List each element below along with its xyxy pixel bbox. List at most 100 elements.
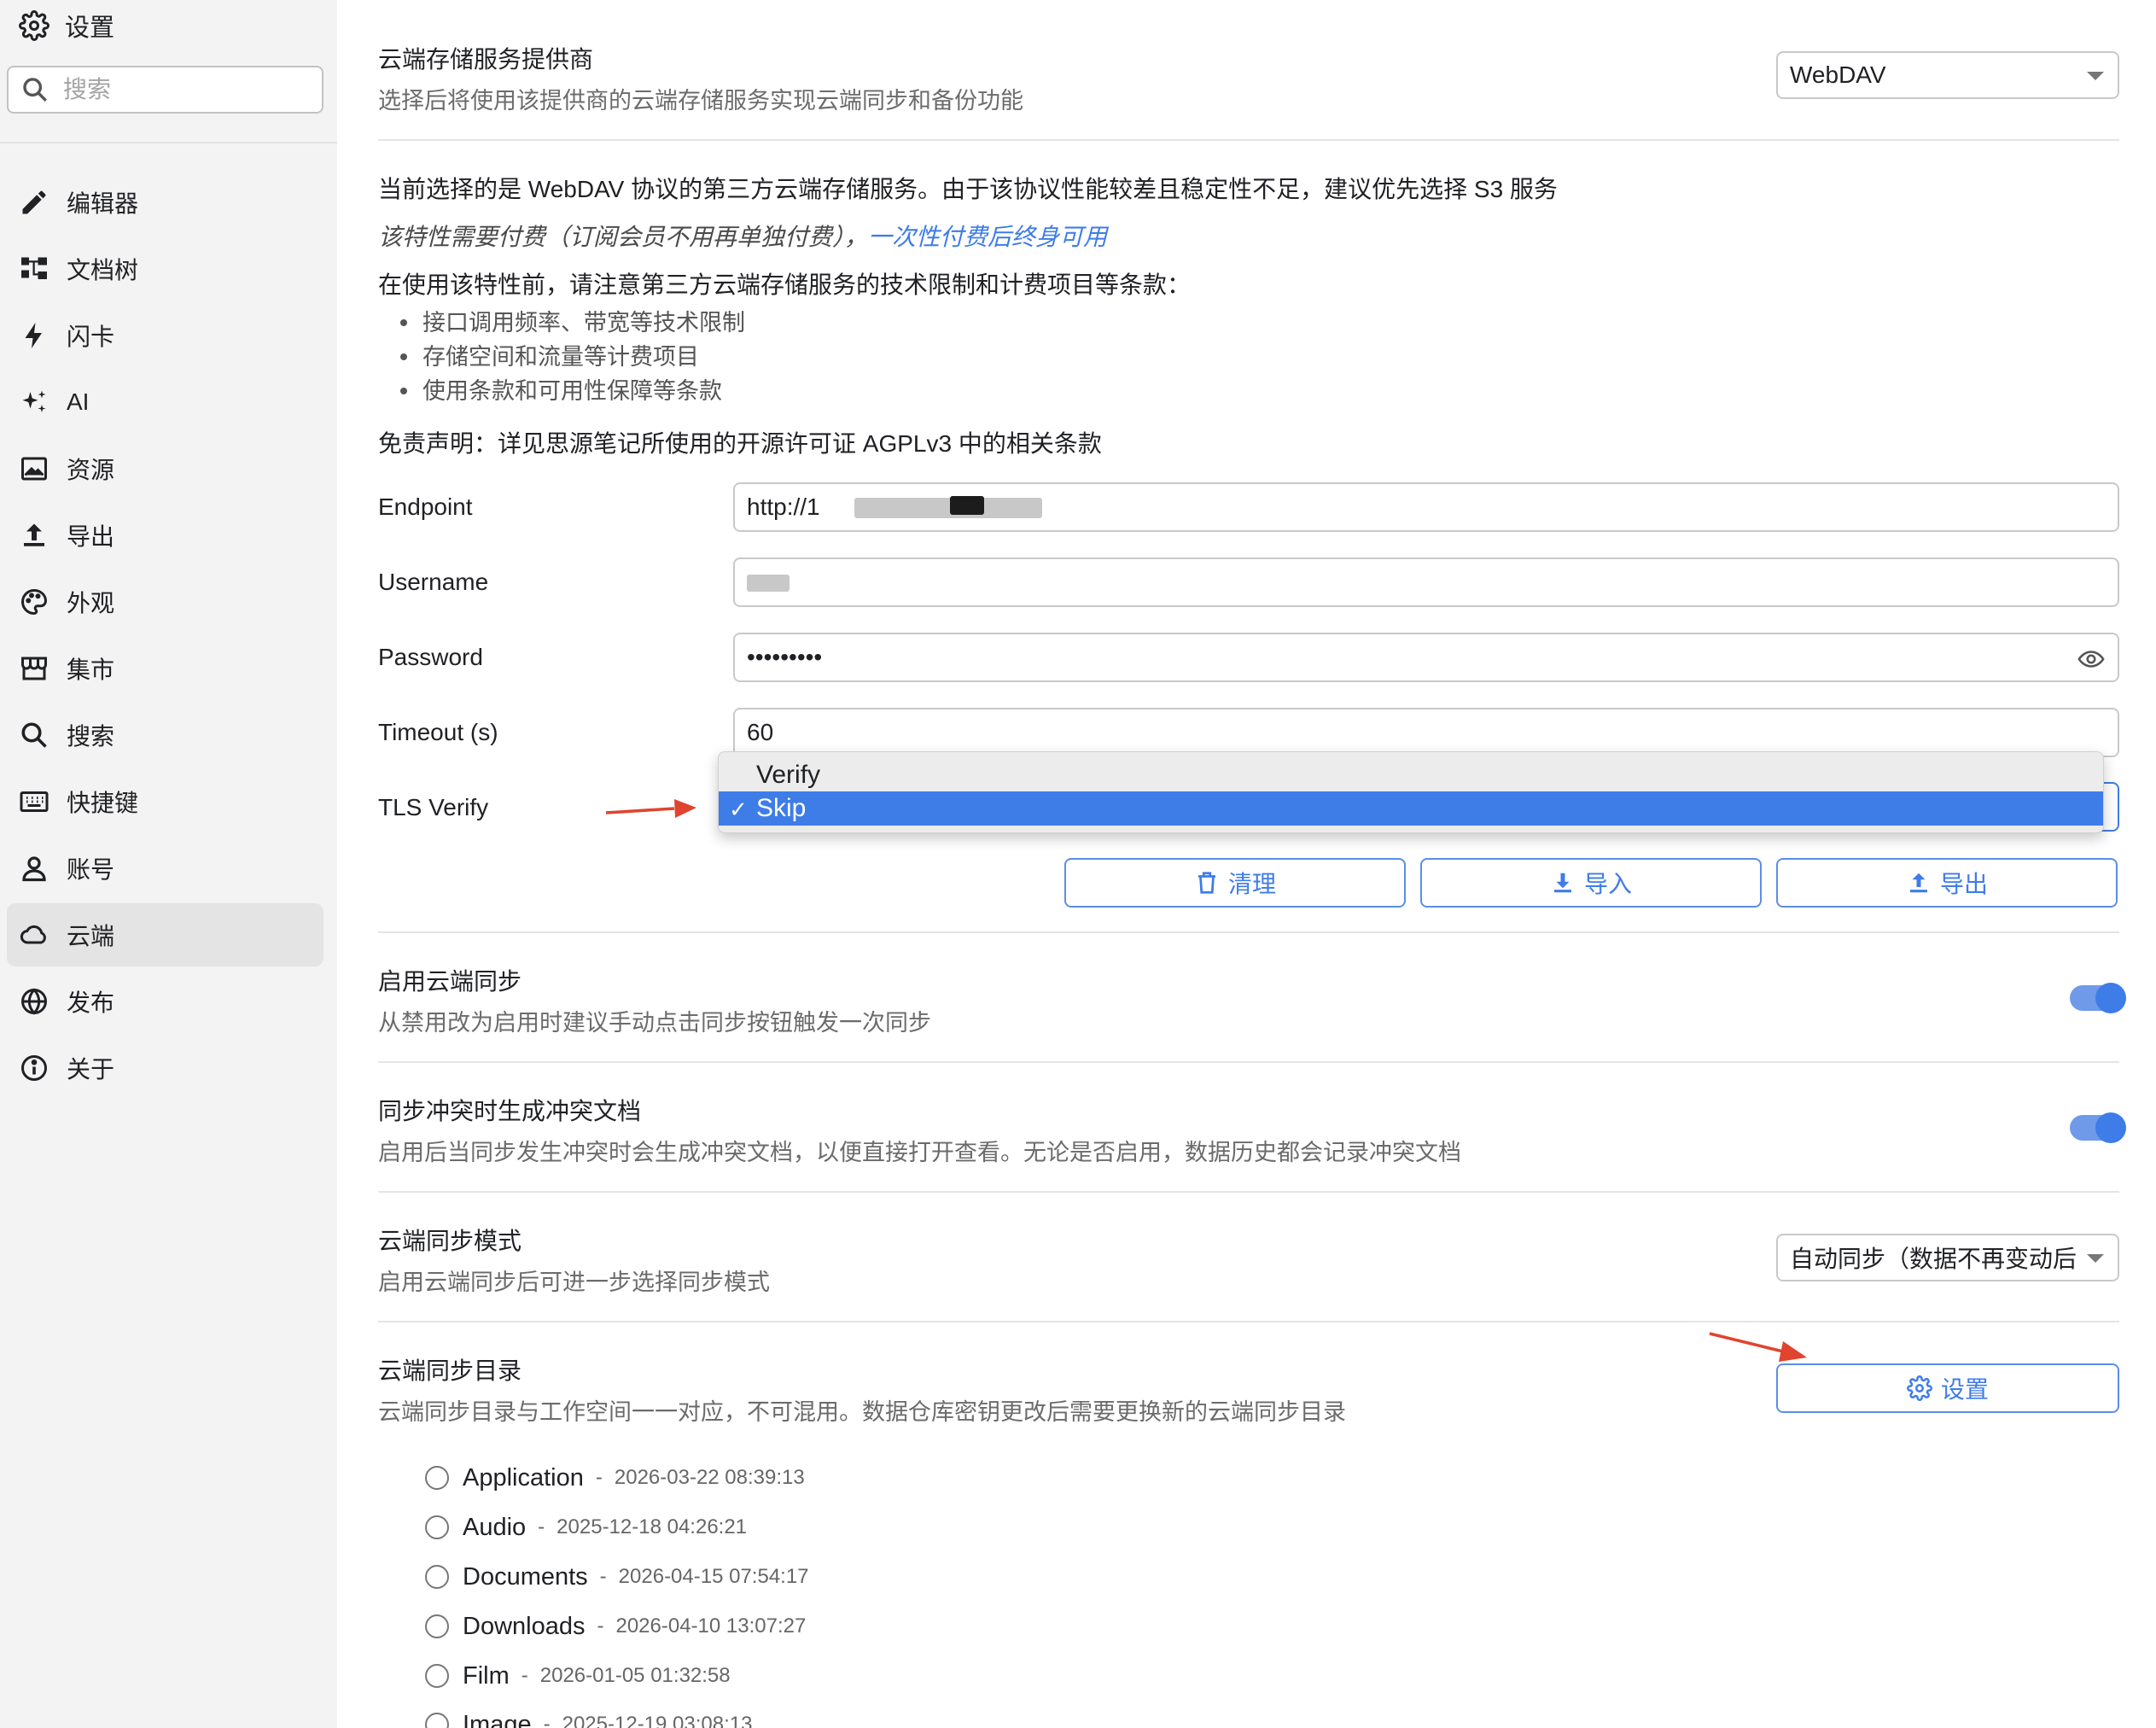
tls-option-skip[interactable]: ✓ Skip [719,791,2103,826]
purge-button[interactable]: 清理 [1064,858,1406,908]
list-item[interactable]: Application - 2026-03-22 08:39:13 [425,1461,805,1495]
tls-option-verify[interactable]: Verify [719,758,2103,792]
cloud-settings-panel: 云端存储服务提供商 选择后将使用该提供商的云端存储服务实现云端同步和备份功能 W… [378,0,2126,1728]
redacted-mask [950,496,984,515]
separator: - [597,1614,604,1638]
sidebar-item-filetree[interactable]: 文档树 [7,237,323,301]
radio-button[interactable] [425,1565,449,1589]
timeout-value: 60 [747,719,774,745]
paid-notice: 该特性需要付费（订阅会员不用再单独付费），一次性付费后终身可用 [378,219,1107,253]
sidebar-item-cloud[interactable]: 云端 [7,903,323,966]
sidebar-search[interactable] [7,66,323,114]
gear-icon [19,10,50,41]
sidebar-item-keymap[interactable]: 快捷键 [7,770,323,833]
settings-label: 设置 [1940,1376,1989,1403]
endpoint-label: Endpoint [378,493,473,520]
radio-button[interactable] [425,1713,449,1728]
sidebar-item-label: 闪卡 [67,324,115,350]
sync-dir-settings-button[interactable]: 设置 [1776,1363,2119,1413]
list-item[interactable]: Documents - 2026-04-15 07:54:17 [425,1560,809,1594]
image-icon [21,457,47,481]
sidebar-item-flashcard[interactable]: 闪卡 [7,304,323,367]
sidebar-item-label: 发布 [67,990,115,1016]
password-field[interactable]: ••••••••• [733,633,2119,682]
dir-name: Downloads [463,1612,586,1640]
sidebar-item-label: 关于 [67,1056,115,1083]
sidebar-item-label: 账号 [67,856,115,883]
separator: - [538,1515,545,1538]
sidebar-divider [0,142,337,143]
trash-icon [1197,872,1215,894]
list-item[interactable]: Audio - 2025-12-18 04:26:21 [425,1510,747,1544]
separator: - [595,1466,603,1489]
sidebar-item-label: 快捷键 [67,790,139,816]
conflict-toggle[interactable] [2070,1112,2126,1143]
download-icon [1553,873,1571,893]
sidebar-item-label: 搜索 [67,723,115,750]
redacted-mask [854,498,1042,518]
radio-button[interactable] [425,1515,449,1539]
sparkle-icon [22,390,46,412]
sidebar-item-account[interactable]: 账号 [7,837,323,900]
sidebar-item-export[interactable]: 导出 [7,504,323,567]
provider-select[interactable]: WebDAV [1776,51,2119,99]
list-item[interactable]: Downloads - 2026-04-10 13:07:27 [425,1609,806,1643]
sync-mode-desc: 启用云端同步后可进一步选择同步模式 [378,1270,770,1295]
cloud-icon [20,925,46,944]
tls-verify-dropdown: Verify ✓ Skip [718,751,2104,833]
sidebar-item-about[interactable]: 关于 [7,1036,323,1100]
webdav-notice: 当前选择的是 WebDAV 协议的第三方云端存储服务。由于该协议性能较差且稳定性… [378,176,1558,202]
check-icon: ✓ [729,797,748,822]
timeout-field[interactable]: 60 [733,708,2119,757]
sync-dir-desc: 云端同步目录与工作空间一一对应，不可混用。数据仓库密钥更改后需要更换新的云端同步… [378,1399,1346,1425]
dir-date: 2026-04-10 13:07:27 [615,1614,807,1638]
dir-date: 2026-01-05 01:32:58 [539,1664,731,1687]
provider-select-value: WebDAV [1790,61,1886,88]
sync-enable-toggle[interactable] [2070,983,2126,1013]
palette-icon [21,588,48,616]
sync-mode-select[interactable]: 自动同步（数据不再变动后 [1776,1234,2119,1281]
radio-button[interactable] [425,1466,449,1490]
export-button[interactable]: 导出 [1776,858,2118,908]
tree-icon [21,257,47,279]
option-label: Verify [756,761,821,789]
sidebar-item-publish[interactable]: 发布 [7,970,323,1033]
sidebar-item-editor[interactable]: 编辑器 [7,171,323,234]
radio-button[interactable] [425,1614,449,1638]
sidebar-item-label: 外观 [67,590,115,616]
sidebar-item-bazaar[interactable]: 集市 [7,637,323,700]
username-field[interactable] [733,558,2119,607]
info-icon [21,1055,47,1081]
import-button[interactable]: 导入 [1420,858,1762,908]
list-item[interactable]: Film - 2026-01-05 01:32:58 [425,1659,731,1693]
search-input[interactable] [63,76,285,103]
sidebar-item-label: 云端 [67,923,115,949]
endpoint-field[interactable]: http://1 [733,482,2119,532]
provider-desc: 选择后将使用该提供商的云端存储服务实现云端同步和备份功能 [378,88,1023,114]
radio-button[interactable] [425,1664,449,1688]
divider [378,1321,2119,1322]
gear-icon [1907,1375,1932,1401]
list-item[interactable]: Image - 2025-12-19 03:08:13 [425,1708,752,1728]
eye-icon[interactable] [2077,645,2106,674]
dir-date: 2025-12-19 03:08:13 [562,1713,753,1728]
sidebar-item-search[interactable]: 搜索 [7,703,323,767]
divider [378,1191,2119,1193]
sidebar-item-assets[interactable]: 资源 [7,437,323,500]
divider [378,1061,2119,1063]
sidebar-item-label: 导出 [67,523,115,550]
dir-date: 2026-04-15 07:54:17 [618,1565,809,1588]
sidebar: 设置 编辑器 文档树 闪卡 AI 资源 导出 [0,0,337,1728]
sidebar-item-ai[interactable]: AI [7,371,323,434]
disclaimer: 免责声明：详见思源笔记所使用的开源许可证 AGPLv3 中的相关条款 [378,430,1102,457]
sidebar-item-appearance[interactable]: 外观 [7,570,323,633]
conflict-desc: 启用后当同步发生冲突时会生成冲突文档，以便直接打开查看。无论是否启用，数据历史都… [378,1140,1461,1165]
separator: - [599,1565,607,1588]
sync-mode-title: 云端同步模式 [378,1228,522,1254]
toggle-knob [2095,1112,2126,1143]
tls-verify-label: TLS Verify [378,794,489,820]
sidebar-title: 设置 [65,15,115,42]
paid-link[interactable]: 一次性付费后终身可用 [868,224,1107,250]
sidebar-item-label: 资源 [67,457,115,483]
export-label: 导出 [1939,871,1988,897]
